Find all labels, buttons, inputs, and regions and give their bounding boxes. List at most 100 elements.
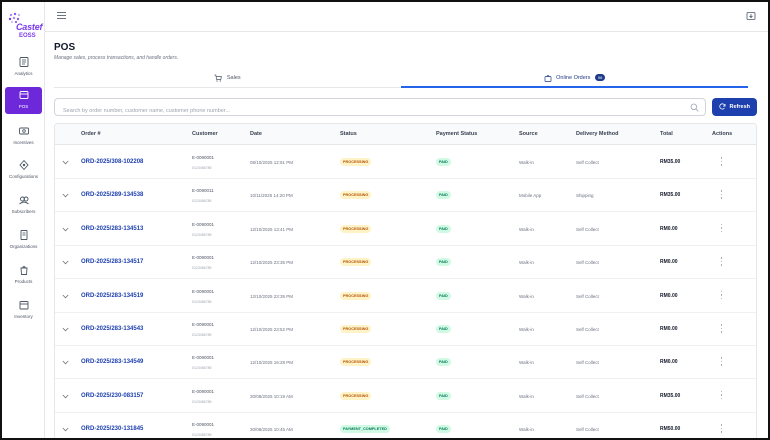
row-actions-menu-icon[interactable] (720, 223, 723, 234)
col-header-payment-status[interactable]: Payment Status (436, 124, 477, 145)
customer-id: E-0090001 (192, 388, 215, 394)
row-actions-menu-icon[interactable] (720, 257, 723, 267)
col-header-delivery-method[interactable]: Delivery Method (576, 124, 618, 145)
customer-phone: 0123456789 (192, 433, 212, 438)
chevron-down-icon[interactable] (62, 294, 69, 299)
refresh-button[interactable]: Refresh (712, 98, 757, 116)
customer-id: E-0090001 (192, 288, 215, 294)
sidebar-item-label: POS (18, 104, 29, 109)
tab-sales[interactable]: Sales (54, 68, 401, 88)
order-number-link[interactable]: ORD-2025/289-134538 (81, 192, 143, 198)
order-number-link[interactable]: ORD-2025/283-134543 (81, 326, 143, 332)
table-row[interactable]: ORD-2025/283-134519 E-0090001 0123456789 12… (55, 280, 756, 313)
row-actions-menu-icon[interactable] (720, 390, 723, 401)
table-row[interactable]: ORD-2025/283-134517 E-0090001 0123456789 12… (55, 246, 756, 280)
inventory-icon (19, 301, 28, 310)
sidebar-item-inventory[interactable]: Inventory (5, 297, 42, 327)
table-row[interactable]: ORD-2025/308-102208 E-0090001 0123456789 08… (55, 146, 756, 179)
table-row[interactable]: ORD-2025/289-134538 E-0090011 0123456789 10… (55, 179, 756, 213)
delivery-method: Self Collect (576, 427, 599, 433)
tab-online-orders[interactable]: Online Orders 96 (401, 68, 748, 88)
delivery-method: Self Collect (576, 327, 599, 332)
sidebar-item-pos[interactable]: POS (5, 87, 42, 114)
download-icon[interactable] (746, 11, 756, 21)
status-badge: PROCESSING (340, 325, 372, 333)
order-total: RM0.00 (660, 326, 678, 332)
order-total: RM0.00 (660, 359, 678, 366)
delivery-method: Self Collect (576, 393, 599, 399)
customer-id: E-0090001 (192, 422, 215, 428)
order-number-link[interactable]: ORD-2025/230-131845 (81, 426, 143, 432)
order-date: 30/08/2025 10:19 AM (250, 393, 293, 399)
sidebar-item-label: Organizations (9, 244, 38, 249)
sidebar-item-organizations[interactable]: Organizations (5, 227, 42, 257)
order-date: 30/08/2025 10:45 AM (250, 427, 293, 433)
payment-status-badge: PAID (436, 191, 451, 200)
app-window: Castef EOSS Analytics POS Incentives Con… (0, 0, 770, 440)
logo-text: Castef (16, 22, 43, 32)
table-row[interactable]: ORD-2025/283-134543 E-0090001 0123456789 12… (55, 313, 756, 346)
chevron-down-icon[interactable] (62, 427, 69, 432)
order-date: 12/10/2025 23:35 PM (250, 293, 294, 299)
sidebar-item-products[interactable]: Products (5, 262, 42, 292)
table-row[interactable]: ORD-2025/230-083157 E-0090001 0123456789 30… (55, 380, 756, 413)
order-source: Walk-in (519, 393, 534, 399)
sidebar-item-analytics[interactable]: Analytics (5, 54, 42, 84)
sidebar-item-configurations[interactable]: Configurations (5, 157, 42, 187)
col-header-customer[interactable]: Customer (192, 124, 218, 145)
customer-phone: 0123456789 (192, 166, 212, 170)
brand-logo[interactable]: Castef EOSS (6, 12, 43, 44)
col-header-total[interactable]: Total (660, 124, 673, 145)
row-actions-menu-icon[interactable] (720, 357, 723, 367)
sidebar-item-subscribers[interactable]: Subscribers (5, 192, 42, 222)
row-actions-menu-icon[interactable] (720, 424, 723, 434)
search-box (54, 98, 706, 119)
sidebar: Castef EOSS Analytics POS Incentives Con… (2, 2, 45, 438)
chevron-down-icon[interactable] (62, 227, 69, 232)
sidebar-item-label: Inventory (14, 314, 33, 319)
status-badge: PROCESSING (340, 391, 372, 400)
chevron-down-icon[interactable] (62, 360, 69, 365)
search-input[interactable] (55, 103, 675, 119)
order-total: RM0.00 (660, 259, 678, 266)
products-icon (20, 266, 27, 275)
order-total: RM0.00 (660, 225, 678, 232)
order-date: 12/10/2025 23:52 PM (250, 327, 294, 332)
row-actions-menu-icon[interactable] (720, 190, 723, 200)
status-badge: PROCESSING (340, 191, 372, 200)
payment-status-badge: PAID (436, 158, 451, 166)
table-row[interactable]: ORD-2025/283-134549 E-0090001 0123456789 12… (55, 346, 756, 380)
table-row[interactable]: ORD-2025/283-134513 E-0090001 0123456789 12… (55, 213, 756, 246)
chevron-down-icon[interactable] (62, 327, 69, 332)
col-header-date[interactable]: Date (250, 124, 262, 145)
col-header-status[interactable]: Status (340, 124, 357, 145)
sidebar-item-label: Incentives (13, 140, 34, 145)
chevron-down-icon[interactable] (62, 193, 69, 198)
organizations-icon (20, 230, 27, 240)
order-number-link[interactable]: ORD-2025/308-102208 (81, 159, 143, 165)
row-actions-menu-icon[interactable] (720, 290, 723, 301)
sidebar-item-incentives[interactable]: Incentives (5, 123, 42, 153)
hamburger-menu-icon[interactable] (57, 12, 66, 20)
col-header-order[interactable]: Order # (81, 124, 101, 145)
chevron-down-icon[interactable] (62, 160, 69, 165)
table-header: Order # Customer Date Status Payment Sta… (55, 124, 756, 145)
status-badge: PAYMENT_COMPLETED (340, 425, 390, 434)
order-number-link[interactable]: ORD-2025/230-083157 (81, 393, 143, 399)
order-number-link[interactable]: ORD-2025/283-134513 (81, 226, 143, 232)
chevron-down-icon[interactable] (62, 394, 69, 399)
customer-phone: 0123456789 (192, 399, 212, 404)
order-number-link[interactable]: ORD-2025/283-134517 (81, 259, 143, 265)
chevron-down-icon[interactable] (62, 260, 69, 265)
subscribers-icon (18, 196, 29, 205)
table-row[interactable]: ORD-2025/230-131845 E-0090001 0123456789 30… (55, 413, 756, 438)
col-header-source[interactable]: Source (519, 124, 538, 145)
customer-phone: 0123456789 (192, 299, 212, 304)
order-number-link[interactable]: ORD-2025/283-134549 (81, 359, 143, 365)
search-icon[interactable] (690, 103, 699, 112)
order-source: Walk-in (519, 327, 534, 332)
customer-phone: 0123456789 (192, 333, 212, 337)
row-actions-menu-icon[interactable] (720, 157, 723, 167)
row-actions-menu-icon[interactable] (720, 324, 723, 334)
order-number-link[interactable]: ORD-2025/283-134519 (81, 293, 143, 299)
